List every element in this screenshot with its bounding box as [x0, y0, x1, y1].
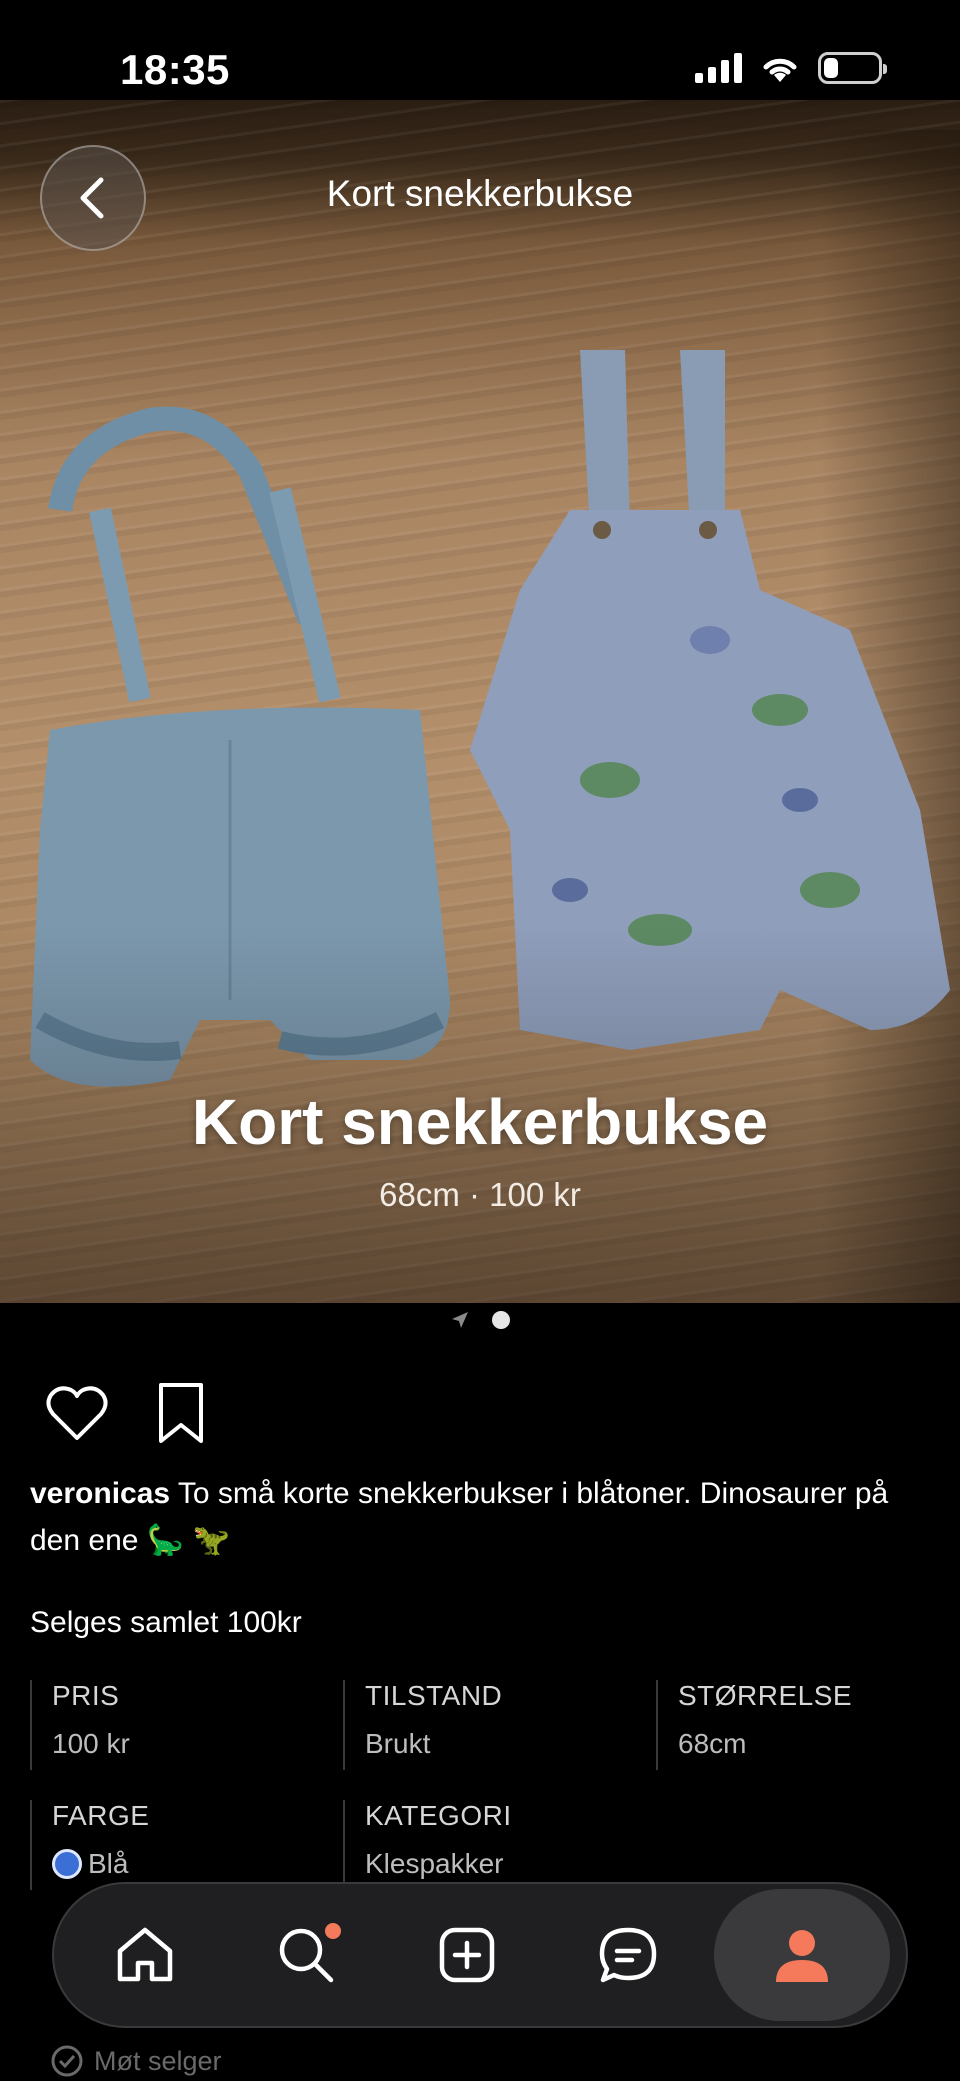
- tab-bar: [52, 1882, 908, 2028]
- notification-dot: [324, 1923, 341, 1939]
- sale-note: Selges samlet 100kr: [30, 1606, 302, 1639]
- attr-label: STØRRELSE: [678, 1680, 853, 1711]
- attr-label: TILSTAND: [365, 1680, 503, 1711]
- bookmark-icon: [159, 1383, 203, 1443]
- delivery-option-label: Møt selger: [94, 2045, 222, 2076]
- attr-label: PRIS: [52, 1680, 120, 1711]
- attr-value-text: Blå: [88, 1848, 129, 1879]
- attr-value: Blå: [52, 1848, 330, 1880]
- heart-icon: [46, 1386, 108, 1440]
- tab-home[interactable]: [70, 1895, 220, 2015]
- attr-price: PRIS 100 kr: [30, 1680, 330, 1770]
- save-button[interactable]: [146, 1378, 216, 1448]
- tab-profile[interactable]: [714, 1889, 891, 2021]
- hero-title: Kort snekkerbukse: [191, 1086, 769, 1158]
- header-title: Kort snekkerbukse: [326, 173, 634, 214]
- attr-color: FARGE Blå: [30, 1800, 330, 1890]
- add-icon: [439, 1927, 495, 1983]
- tab-messages[interactable]: [553, 1895, 703, 2015]
- attr-value: Brukt: [365, 1728, 431, 1759]
- profile-icon: [776, 1930, 829, 1982]
- delivery-option[interactable]: Møt selger: [50, 2044, 222, 2078]
- attr-value: 100 kr: [52, 1728, 130, 1759]
- tab-search[interactable]: [231, 1895, 381, 2015]
- attr-condition: TILSTAND Brukt: [343, 1680, 643, 1770]
- battery-icon: [818, 52, 887, 84]
- home-icon: [117, 1927, 172, 1982]
- status-icons: [695, 52, 887, 84]
- hero-subtitle: 68cm · 100 kr: [379, 1176, 581, 1213]
- wifi-icon: [763, 58, 797, 82]
- attr-label: FARGE: [52, 1800, 150, 1831]
- like-button[interactable]: [42, 1378, 112, 1448]
- post-caption: veronicas To små korte snekkerbukser i b…: [30, 1470, 930, 1564]
- status-bar: 18:35: [0, 0, 960, 100]
- location-arrow-icon: [452, 1312, 468, 1328]
- messages-icon: [599, 1927, 657, 1983]
- attr-label: KATEGORI: [365, 1800, 512, 1831]
- cellular-signal-icon: [695, 53, 742, 83]
- attr-size: STØRRELSE 68cm: [656, 1680, 936, 1770]
- status-time: 18:35: [120, 46, 230, 93]
- color-swatch: [52, 1849, 82, 1879]
- attr-value: Klespakker: [365, 1848, 504, 1879]
- username-link[interactable]: veronicas: [30, 1477, 170, 1510]
- check-circle-icon: [51, 2045, 83, 2077]
- page-dot[interactable]: [492, 1311, 510, 1329]
- attr-value: 68cm: [678, 1728, 747, 1759]
- image-pagination: [0, 1310, 960, 1330]
- tab-add[interactable]: [392, 1895, 542, 2015]
- attr-category: KATEGORI Klespakker: [343, 1800, 643, 1890]
